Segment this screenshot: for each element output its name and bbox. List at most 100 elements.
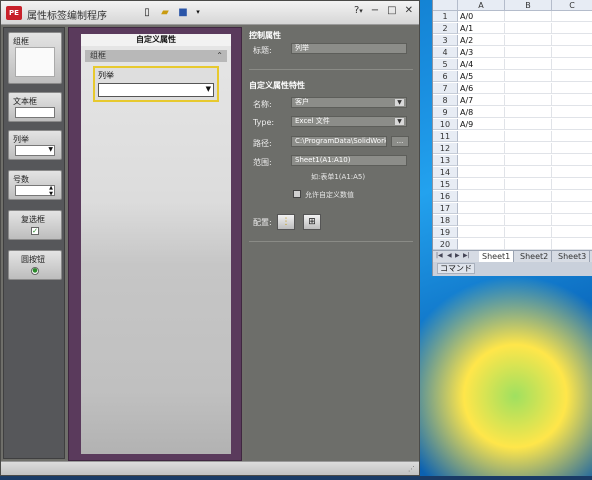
cell-c6[interactable] [552,71,592,82]
cell-a17[interactable] [458,203,505,214]
design-canvas[interactable]: 自定义属性 组框 ⌃ 列举 ▼ [81,34,231,454]
row-header[interactable]: 8 [433,95,458,106]
column-header-c[interactable]: C [552,0,592,11]
dropdown-icon[interactable]: ▾ [195,6,201,19]
cell-a10[interactable]: A/9 [458,119,505,130]
cell-b14[interactable] [505,167,552,178]
cell-c15[interactable] [552,179,592,190]
palette-group-box[interactable]: 组框 [8,32,62,84]
sheet-tab-1[interactable]: Sheet1 [479,251,515,262]
cell-b13[interactable] [505,155,552,166]
cell-c4[interactable] [552,47,592,58]
sheet-tab-2[interactable]: Sheet2 [517,251,553,262]
cell-c11[interactable] [552,131,592,142]
cell-c12[interactable] [552,143,592,154]
palette-list[interactable]: 列举 ▼ [8,130,62,160]
help-button[interactable]: ?▾ [354,5,363,16]
cell-a5[interactable]: A/4 [458,59,505,70]
cell-b8[interactable] [505,95,552,106]
row-header[interactable]: 11 [433,131,458,142]
cell-b11[interactable] [505,131,552,142]
cell-a19[interactable] [458,227,505,238]
group-box-header[interactable]: 组框 ⌃ [85,50,227,62]
cell-b10[interactable] [505,119,552,130]
column-header-b[interactable]: B [505,0,552,11]
allow-custom-checkbox[interactable] [293,190,301,198]
cell-b1[interactable] [505,11,552,22]
select-all-corner[interactable] [433,0,458,11]
cell-b3[interactable] [505,35,552,46]
type-dropdown[interactable]: Excel 文件 ▼ [291,116,407,127]
cell-a13[interactable] [458,155,505,166]
row-header[interactable]: 7 [433,83,458,94]
cell-a20[interactable] [458,239,505,250]
path-field[interactable]: C:\ProgramData\SolidWorks\ [291,136,387,147]
cell-c7[interactable] [552,83,592,94]
cell-a18[interactable] [458,215,505,226]
row-header[interactable]: 19 [433,227,458,238]
cell-b9[interactable] [505,107,552,118]
cell-c14[interactable] [552,167,592,178]
row-header[interactable]: 6 [433,71,458,82]
cell-b12[interactable] [505,143,552,154]
name-dropdown[interactable]: 客户 ▼ [291,97,407,108]
cell-b17[interactable] [505,203,552,214]
cell-c17[interactable] [552,203,592,214]
config-list-icon[interactable]: ⋮ [277,214,295,230]
cell-b5[interactable] [505,59,552,70]
column-header-a[interactable]: A [458,0,505,11]
cell-a12[interactable] [458,143,505,154]
title-bar[interactable]: PE 属性标签编制程序 ▯ ▰ ■ ▾ ?▾ − □ ✕ [1,1,419,25]
cell-c16[interactable] [552,191,592,202]
cell-c1[interactable] [552,11,592,22]
cell-b4[interactable] [505,47,552,58]
palette-radio-button[interactable]: 圆按钮 ● [8,250,62,280]
cell-a11[interactable] [458,131,505,142]
row-header[interactable]: 18 [433,215,458,226]
cell-b16[interactable] [505,191,552,202]
cell-a9[interactable]: A/8 [458,107,505,118]
range-field[interactable]: Sheet1(A1:A10) [291,155,407,166]
cell-b2[interactable] [505,23,552,34]
cell-c5[interactable] [552,59,592,70]
cell-c3[interactable] [552,35,592,46]
cell-c9[interactable] [552,107,592,118]
cell-a7[interactable]: A/6 [458,83,505,94]
save-icon[interactable]: ■ [177,6,189,19]
row-header[interactable]: 16 [433,191,458,202]
palette-checkbox[interactable]: 复选框 ✓ [8,210,62,240]
close-button[interactable]: ✕ [405,5,413,16]
palette-text-box[interactable]: 文本框 [8,92,62,122]
cell-b18[interactable] [505,215,552,226]
collapse-icon[interactable]: ⌃ [216,50,223,62]
row-header[interactable]: 10 [433,119,458,130]
row-header[interactable]: 4 [433,47,458,58]
resize-grip-icon[interactable]: ⋰ [408,465,415,473]
spreadsheet-grid[interactable]: A B C 1 A/0 2 A/1 3 A/2 4 A/3 5 A/4 6 A/5 7 A/6 8 A/7 9 A… [433,0,592,250]
sheet-nav-prev-icon[interactable]: ◀ [447,252,452,259]
row-header[interactable]: 17 [433,203,458,214]
browse-button[interactable]: ... [391,136,409,147]
list-control-dropdown[interactable]: ▼ [98,83,214,97]
cell-a3[interactable]: A/2 [458,35,505,46]
cell-a16[interactable] [458,191,505,202]
cell-a1[interactable]: A/0 [458,11,505,22]
cell-a2[interactable]: A/1 [458,23,505,34]
row-header[interactable]: 13 [433,155,458,166]
minimize-button[interactable]: − [371,5,379,16]
cell-a8[interactable]: A/7 [458,95,505,106]
cell-c10[interactable] [552,119,592,130]
config-table-icon[interactable]: ⊞ [303,214,321,230]
row-header[interactable]: 14 [433,167,458,178]
row-header[interactable]: 2 [433,23,458,34]
cell-b7[interactable] [505,83,552,94]
cell-c18[interactable] [552,215,592,226]
row-header[interactable]: 3 [433,35,458,46]
row-header[interactable]: 15 [433,179,458,190]
cell-c8[interactable] [552,95,592,106]
sheet-tab-3[interactable]: Sheet3 [555,251,591,262]
list-control-selected[interactable]: 列举 ▼ [93,66,219,102]
row-header[interactable]: 20 [433,239,458,250]
row-header[interactable]: 5 [433,59,458,70]
cell-c19[interactable] [552,227,592,238]
